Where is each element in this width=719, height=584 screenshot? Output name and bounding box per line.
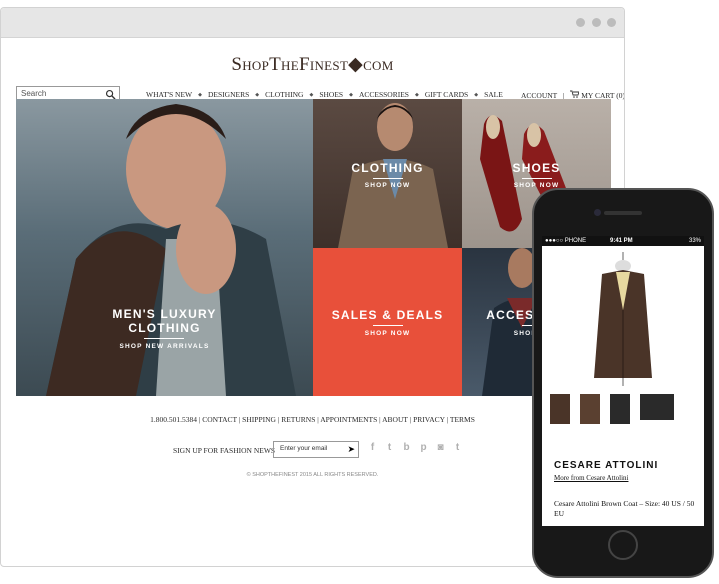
email-field[interactable]: Enter your email ➤	[273, 441, 359, 458]
search-placeholder: Search	[21, 89, 47, 98]
nav-item-accessories[interactable]: ACCESSORIES ◆	[359, 90, 419, 99]
sales-tile[interactable]: SALES & DEALS SHOP NOW	[313, 248, 462, 396]
star-icon: ◆	[255, 92, 260, 98]
speaker-grille	[604, 211, 642, 215]
more-from-link[interactable]: More from Cesare Attolini	[554, 474, 628, 482]
product-main-image[interactable]	[542, 250, 704, 390]
window-dot-icon[interactable]	[607, 18, 616, 27]
brand-title: CESARE ATTOLINI	[554, 460, 659, 471]
twitter-icon[interactable]: t	[384, 442, 395, 454]
instagram-icon[interactable]: ◙	[435, 442, 446, 454]
sales-title: SALES & DEALS	[331, 308, 444, 322]
main-nav: WHAT'S NEW ◆ DESIGNERS ◆ CLOTHING ◆ SHOES ◆ …	[146, 90, 509, 99]
clothing-tile[interactable]: CLOTHING SHOP NOW	[313, 99, 462, 248]
shoes-title: SHOES	[512, 161, 561, 175]
copyright: © SHOPTHEFINEST 2015 ALL RIGHTS RESERVED…	[246, 472, 379, 478]
blogger-icon[interactable]: b	[401, 442, 412, 454]
thumbnail-coat-front[interactable]	[550, 394, 570, 424]
clothing-divider	[373, 178, 403, 179]
pinterest-icon[interactable]: p	[418, 442, 429, 454]
nav-item-sale[interactable]: SALE	[484, 90, 503, 99]
shoes-divider	[522, 178, 552, 179]
window-titlebar	[1, 8, 624, 38]
mobile-device: ●●●○○ PHONE 9:41 PM 33% CESARE ATTOLINI …	[532, 188, 714, 578]
hero-tile[interactable]: MEN'S LUXURY CLOTHING SHOP NEW ARRIVALS	[16, 99, 313, 396]
tumblr-icon[interactable]: t	[452, 442, 463, 454]
clothing-title: CLOTHING	[351, 161, 424, 175]
window-dot-icon[interactable]	[592, 18, 601, 27]
carrier-label: ●●●○○ PHONE	[545, 238, 587, 244]
site-logo[interactable]: ShopTheFinest◆com	[1, 53, 624, 76]
sales-divider	[373, 325, 403, 326]
hero-shop-link[interactable]: SHOP NEW ARRIVALS	[16, 343, 313, 350]
clothing-shop-link[interactable]: SHOP NOW	[313, 182, 462, 189]
product-thumbnails	[550, 394, 674, 424]
social-links: f t b p ◙ t	[367, 442, 463, 454]
thumbnail-coat-back[interactable]	[580, 394, 600, 424]
battery-level: 33%	[688, 238, 701, 244]
thumbnail-coat-detail[interactable]	[610, 394, 630, 424]
arrow-right-icon[interactable]: ➤	[347, 444, 355, 455]
window-dot-icon[interactable]	[576, 18, 585, 27]
star-icon: ◆	[474, 92, 479, 98]
hero-title-line-1: MEN'S LUXURY	[112, 307, 217, 321]
product-description: Cesare Attolini Brown Coat – Size: 40 US…	[554, 499, 695, 518]
camera-icon	[594, 209, 601, 216]
hero-title-line-2: CLOTHING	[128, 321, 201, 335]
clock: 9:41 PM	[610, 238, 633, 244]
star-icon: ◆	[349, 92, 353, 98]
home-button[interactable]	[608, 530, 638, 560]
nav-item-clothing[interactable]: CLOTHING ◆	[265, 90, 313, 99]
sales-shop-link[interactable]: SHOP NOW	[313, 330, 462, 337]
mobile-screen: ●●●○○ PHONE 9:41 PM 33% CESARE ATTOLINI …	[542, 236, 704, 526]
nav-item-gift-cards[interactable]: GIFT CARDS ◆	[425, 90, 478, 99]
cart-icon[interactable]	[570, 90, 581, 98]
nav-item-designers[interactable]: DESIGNERS ◆	[208, 90, 259, 99]
hero-photo	[46, 104, 296, 396]
hero-divider	[144, 338, 184, 339]
nav-item-shoes[interactable]: SHOES ◆	[319, 90, 353, 99]
email-placeholder: Enter your email	[280, 445, 328, 452]
thumbnail-coat-label[interactable]	[640, 394, 674, 420]
star-icon: ◆	[309, 92, 314, 98]
status-bar: ●●●○○ PHONE 9:41 PM 33%	[542, 236, 704, 246]
star-icon: ◆	[198, 92, 202, 98]
facebook-icon[interactable]: f	[367, 442, 378, 454]
newsletter-label: SIGN UP FOR FASHION NEWS	[173, 446, 276, 455]
star-icon: ◆	[414, 92, 419, 98]
nav-item-whats-new[interactable]: WHAT'S NEW ◆	[146, 90, 202, 99]
footer-links[interactable]: 1.800.501.5384 | CONTACT | SHIPPING | RE…	[1, 415, 624, 424]
